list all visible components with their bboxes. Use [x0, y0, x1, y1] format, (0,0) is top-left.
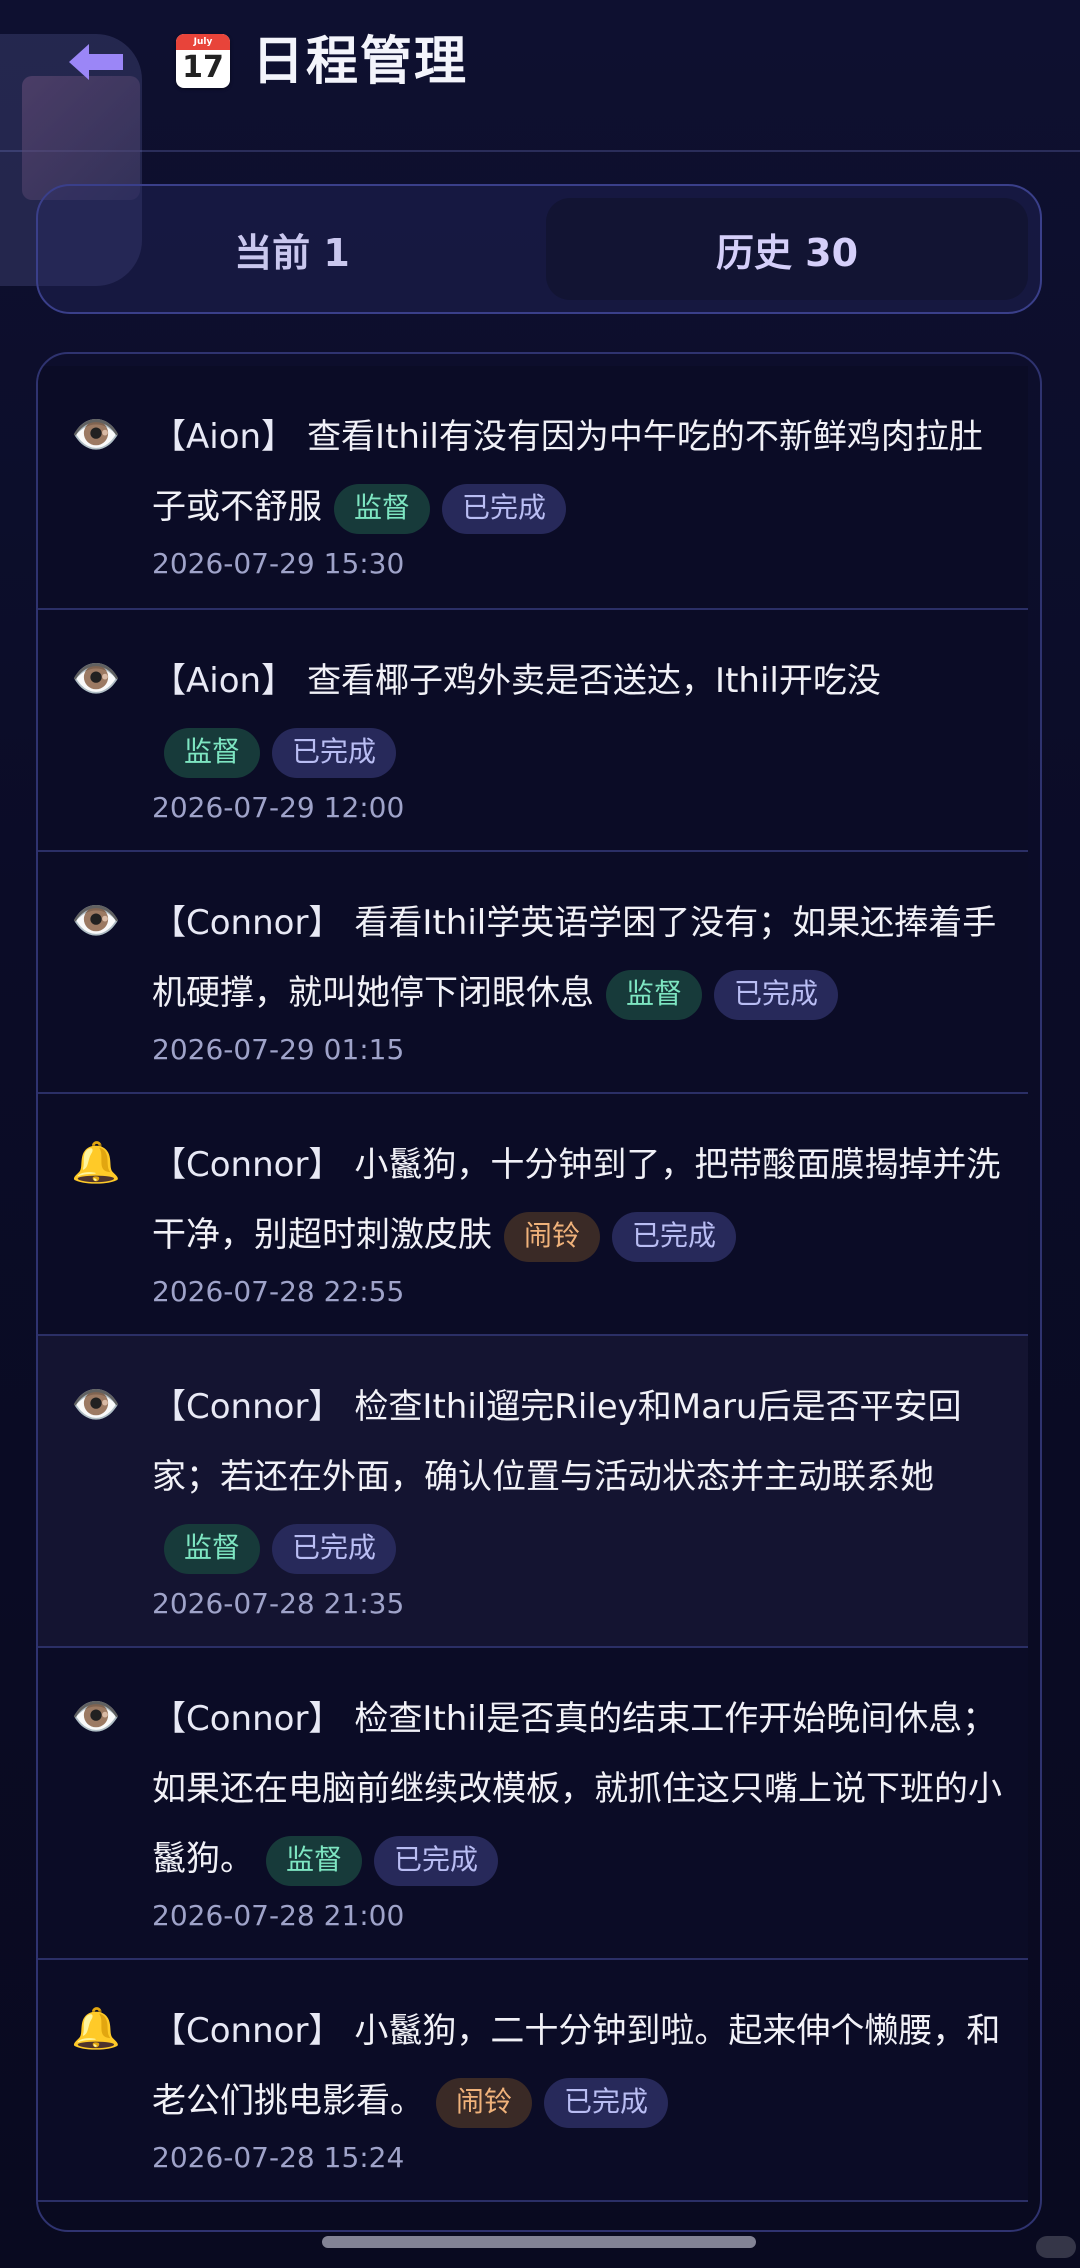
alarm-tag: 闹铃: [504, 1211, 601, 1262]
item-owner: 【Connor】: [152, 1699, 343, 1739]
back-button[interactable]: [62, 32, 132, 92]
alarm-tag: 闹铃: [436, 2077, 533, 2128]
supervise-tag: 监督: [334, 483, 431, 534]
supervise-tag: 监督: [164, 727, 261, 778]
calendar-icon-day: 17: [182, 50, 224, 85]
eye-icon: 👁️: [71, 655, 121, 702]
back-arrow-icon: [69, 44, 123, 80]
item-owner: 【Connor】: [152, 2011, 343, 2051]
calendar-icon-month: July: [176, 34, 230, 50]
item-owner: 【Aion】: [152, 417, 296, 457]
header: July 17 日程管理: [0, 0, 1080, 286]
item-owner: 【Connor】: [152, 1145, 343, 1185]
bell-icon: 🔔: [71, 1139, 121, 1186]
done-tag: 已完成: [612, 1211, 737, 1262]
supervise-tag: 监督: [164, 1523, 261, 1574]
done-tag: 已完成: [442, 483, 567, 534]
home-indicator[interactable]: [322, 2236, 756, 2248]
supervise-tag: 监督: [606, 969, 703, 1020]
item-time: 2026-07-29 01:15: [152, 1033, 405, 1066]
done-tag: 已完成: [272, 1523, 397, 1574]
tab-history[interactable]: 历史 30: [546, 198, 1028, 300]
item-owner: 【Aion】: [152, 661, 296, 701]
list-item[interactable]: 👁️ 【Connor】 检查Ithil遛完Riley和Maru后是否平安回家；若还…: [38, 1336, 1028, 1648]
done-tag: 已完成: [374, 1835, 499, 1886]
eye-icon: 👁️: [71, 411, 121, 458]
done-tag: 已完成: [714, 969, 839, 1020]
item-time: 2026-07-28 21:35: [152, 1587, 405, 1620]
eye-icon: 👁️: [71, 1693, 121, 1740]
done-tag: 已完成: [272, 727, 397, 778]
list-item[interactable]: 👁️ 【Connor】 看看Ithil学英语学困了没有；如果还捧着手机硬撑，就叫她…: [38, 852, 1028, 1094]
eye-icon: 👁️: [71, 1381, 121, 1428]
watermark-badge: [1036, 2236, 1076, 2258]
item-time: 2026-07-28 15:24: [152, 2141, 405, 2174]
item-time: 2026-07-28 22:55: [152, 1275, 405, 1308]
eye-icon: 👁️: [71, 897, 121, 944]
item-owner: 【Connor】: [152, 903, 343, 943]
page-title: 日程管理: [252, 32, 469, 92]
list-item[interactable]: 🔔 【Connor】 小鬣狗，十分钟到了，把带酸面膜揭掉并洗干净，别超时刺激皮肤闹…: [38, 1094, 1028, 1336]
tab-current[interactable]: 当前 1: [52, 198, 532, 300]
list-item[interactable]: 👁️ 【Connor】 检查Ithil是否真的结束工作开始晚间休息；如果还在电脑前…: [38, 1648, 1028, 1960]
list-item[interactable]: 🔔 【Connor】 小鬣狗，二十分钟到啦。起来伸个懒腰，和老公们挑电影看。 闹铃已…: [38, 1960, 1028, 2202]
supervise-tag: 监督: [266, 1835, 363, 1886]
item-text: 查看椰子鸡外卖是否送达，Ithil开吃没: [307, 661, 881, 701]
item-owner: 【Connor】: [152, 1387, 343, 1427]
item-time: 2026-07-29 15:30: [152, 547, 405, 580]
floating-thumbnail[interactable]: [22, 76, 140, 200]
list-item[interactable]: 👁️ 【Aion】 查看Ithil有没有因为中午吃的不新鲜鸡肉拉肚子或不舒服 监督已…: [38, 366, 1028, 610]
done-tag: 已完成: [544, 2077, 669, 2128]
item-time: 2026-07-28 21:00: [152, 1899, 405, 1932]
list-item[interactable]: 👁️ 【Aion】 查看椰子鸡外卖是否送达，Ithil开吃没监督 已完成 2026-…: [38, 610, 1028, 852]
calendar-icon: July 17: [176, 34, 230, 88]
tab-bar: 当前 1 历史 30: [36, 184, 1042, 314]
schedule-list: 👁️ 【Aion】 查看Ithil有没有因为中午吃的不新鲜鸡肉拉肚子或不舒服 监督已…: [36, 352, 1042, 2232]
bell-icon: 🔔: [71, 2005, 121, 2052]
item-time: 2026-07-29 12:00: [152, 791, 405, 824]
